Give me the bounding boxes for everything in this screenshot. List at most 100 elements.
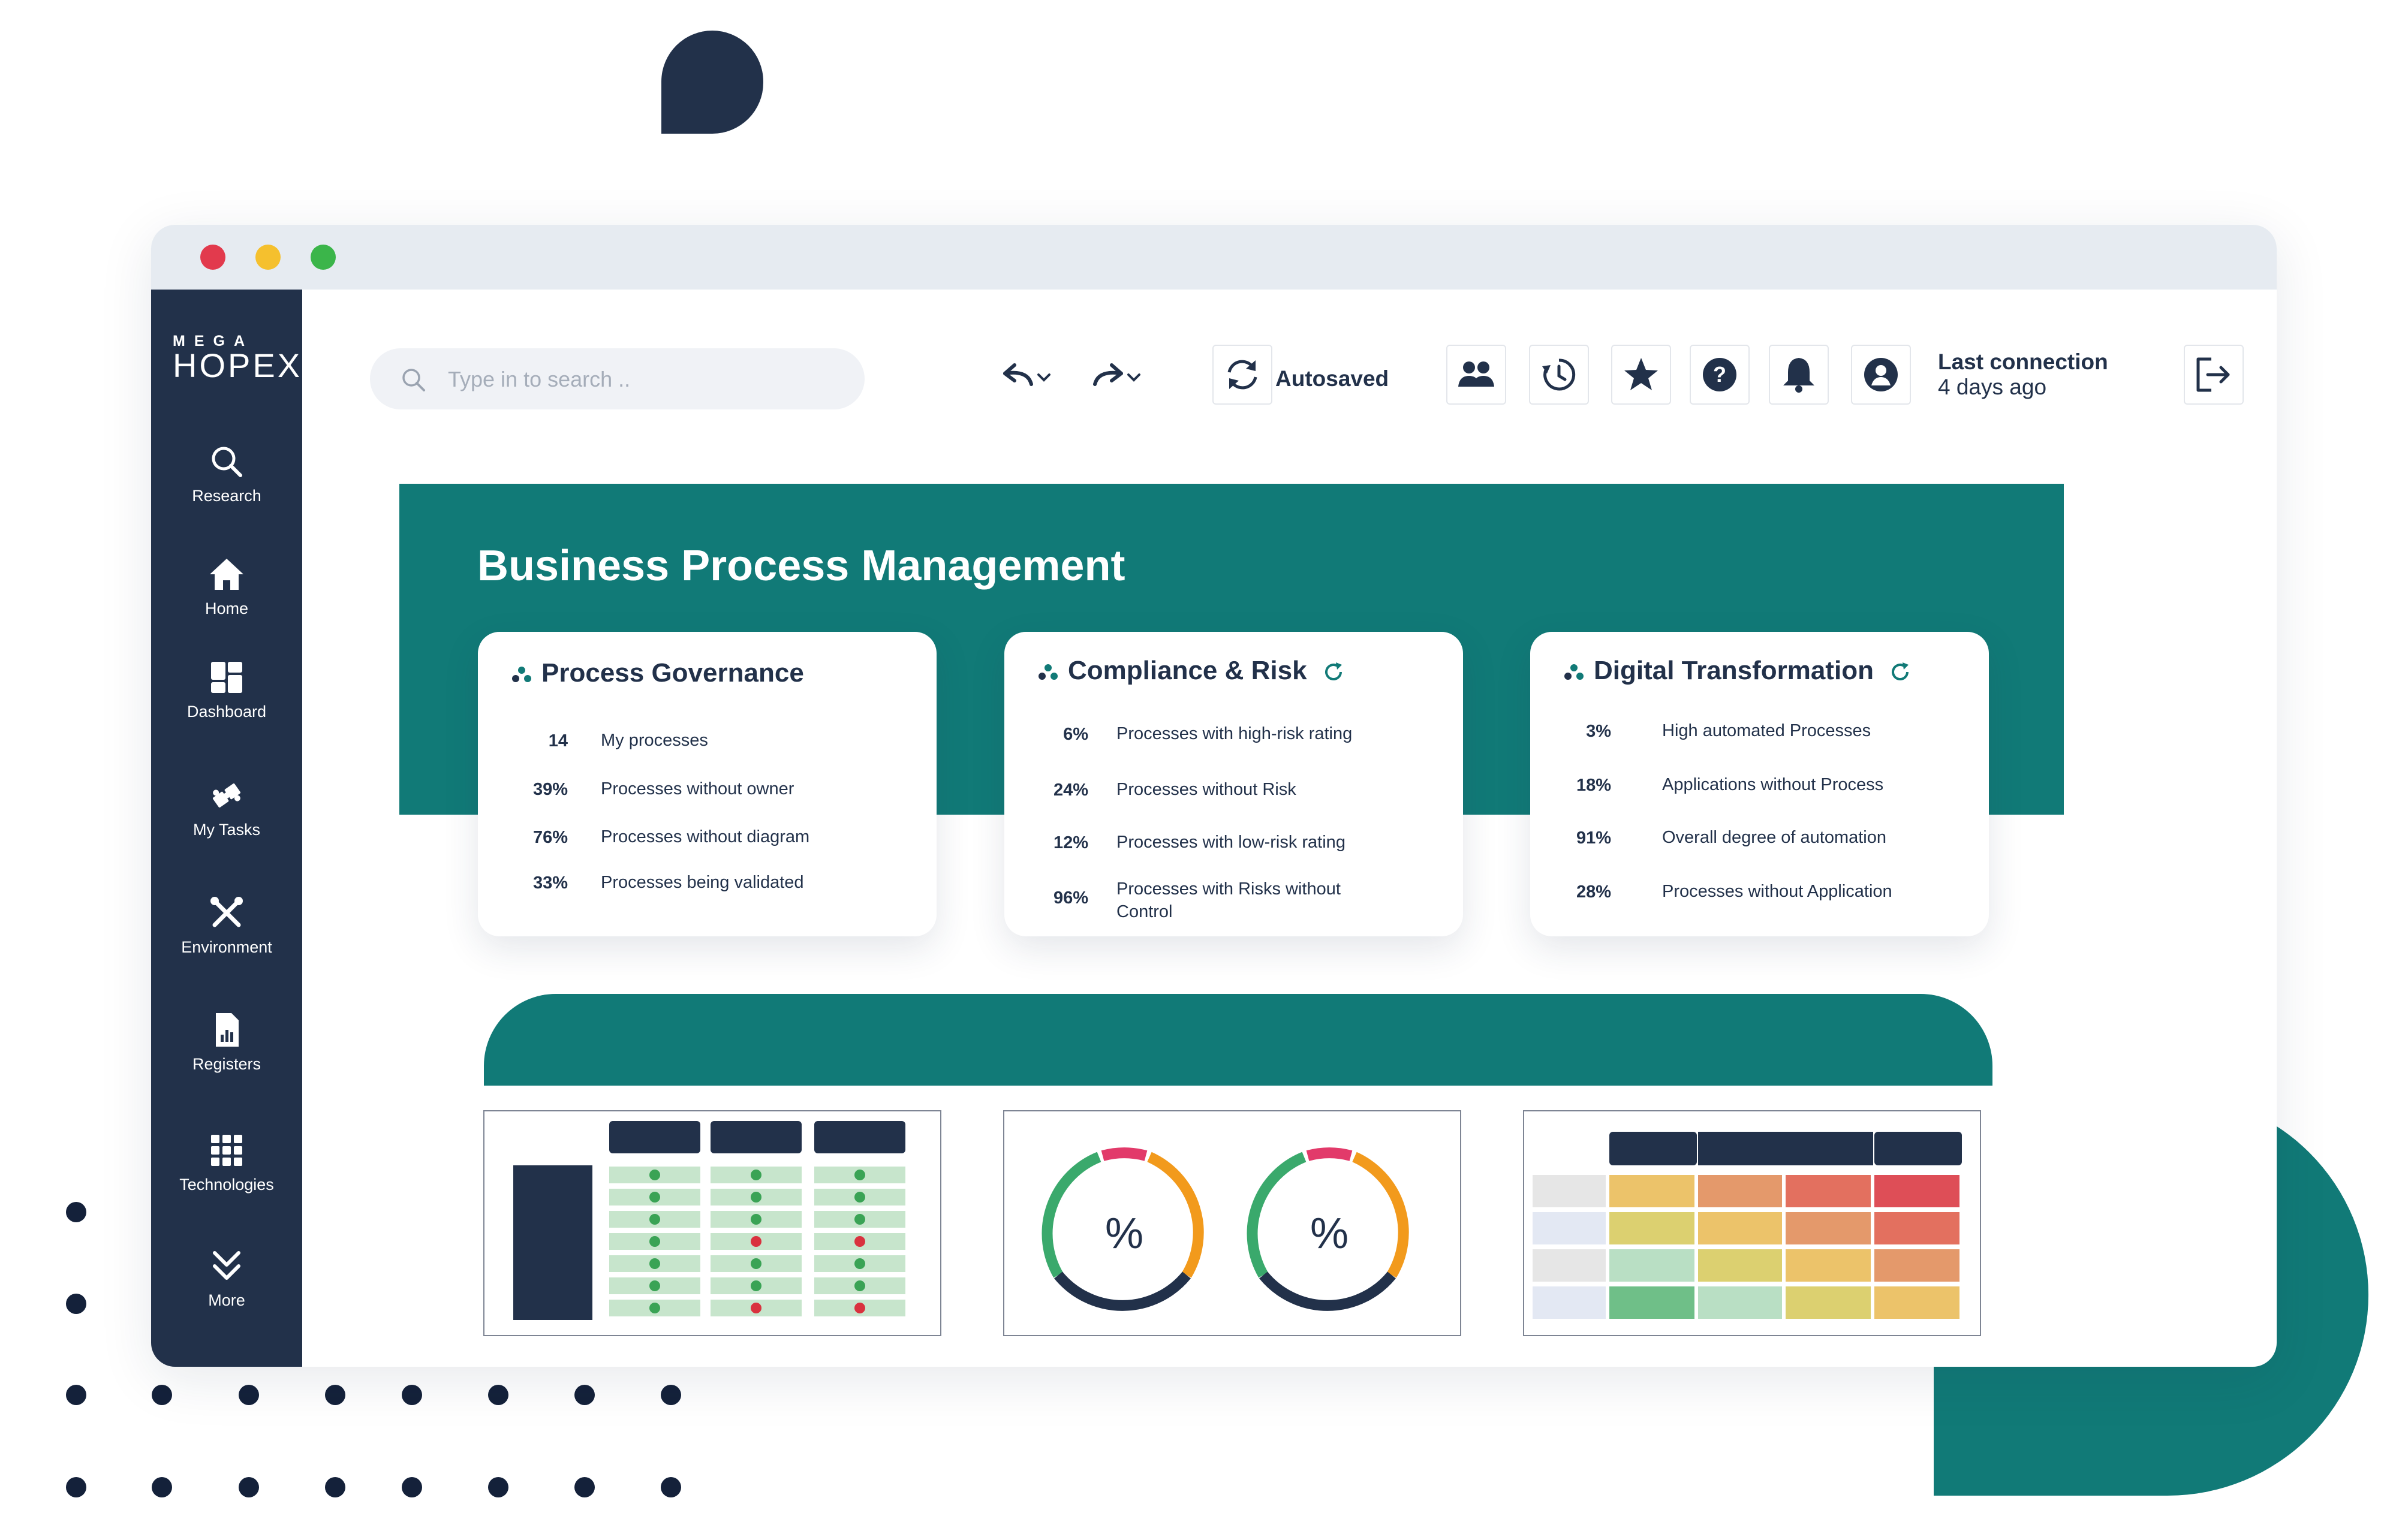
sidebar-item-label: Registers	[192, 1055, 261, 1073]
metric-label: Processes with Risks without Control	[1116, 879, 1341, 921]
chevron-double-down-icon	[213, 1251, 240, 1280]
redo-icon	[1093, 363, 1140, 386]
window-maximize-button[interactable]	[311, 245, 336, 270]
metric-value: 39%	[532, 780, 568, 799]
sidebar-item-label: More	[208, 1291, 245, 1309]
user-icon	[1864, 358, 1898, 391]
metric-value: 6%	[1063, 725, 1088, 744]
metric-value: 96%	[1053, 888, 1088, 908]
grid-icon	[211, 1135, 242, 1166]
favorites-button[interactable]	[1611, 345, 1671, 405]
widget-gauges[interactable]: % %	[1003, 1110, 1461, 1336]
bell-icon	[1783, 358, 1814, 393]
report-icon	[216, 1013, 239, 1047]
sidebar-item-dashboard[interactable]: Dashboard	[151, 658, 302, 721]
cluster-icon	[1039, 664, 1058, 680]
metric-value: 91%	[1576, 828, 1611, 848]
card-title: Compliance & Risk	[1068, 656, 1307, 685]
sidebar-item-home[interactable]: Home	[151, 555, 302, 618]
users-button[interactable]	[1446, 345, 1506, 405]
metric-value: 24%	[1053, 780, 1088, 800]
history-icon	[1542, 358, 1576, 391]
sidebar-item-environment[interactable]: Environment	[151, 894, 302, 957]
gauge-2-symbol: %	[1310, 1210, 1349, 1258]
users-icon	[1458, 361, 1494, 387]
notifications-button[interactable]	[1769, 345, 1829, 405]
card-title: Digital Transformation	[1594, 656, 1874, 685]
home-icon	[210, 559, 243, 590]
metric-value: 76%	[532, 828, 568, 847]
section-band	[484, 994, 1992, 1086]
logo-big-text: HOPEX	[173, 346, 303, 384]
sidebar-item-research[interactable]: Research	[151, 442, 302, 505]
search-input[interactable]	[447, 361, 839, 397]
metric-label: Processes without owner	[601, 779, 794, 798]
puzzle-icon	[213, 783, 240, 808]
last-connection-title: Last connection	[1938, 349, 2108, 374]
window-close-button[interactable]	[200, 245, 225, 270]
metric-value: 28%	[1576, 882, 1611, 902]
cluster-icon	[1564, 664, 1584, 680]
search-bar[interactable]	[370, 348, 865, 409]
sidebar-item-label: Environment	[181, 938, 272, 956]
sidebar-item-my-tasks[interactable]: My Tasks	[151, 776, 302, 839]
sidebar-item-label: Dashboard	[186, 703, 267, 721]
undo-button[interactable]	[997, 361, 1056, 391]
dashboard-icon	[211, 662, 242, 693]
help-icon: ?	[1703, 358, 1736, 391]
metric-label: High automated Processes	[1662, 721, 1871, 740]
gauge-2: %	[1247, 1147, 1409, 1311]
card-compliance-risk[interactable]: Compliance & Risk 6% Processes with high…	[1004, 632, 1463, 936]
history-button[interactable]	[1529, 345, 1589, 405]
heatmap-graphic	[1533, 1132, 1962, 1319]
sidebar-item-more[interactable]: More	[151, 1247, 302, 1310]
svg-text:?: ?	[1713, 362, 1726, 387]
help-button[interactable]: ?	[1690, 345, 1750, 405]
sidebar: MEGA HOPEX Research Home Dashboard My Ta…	[151, 290, 302, 1367]
refresh-icon[interactable]	[1889, 661, 1911, 683]
cluster-icon	[512, 667, 531, 683]
refresh-icon[interactable]	[1323, 661, 1344, 683]
card-digital-transformation[interactable]: Digital Transformation 3% High automated…	[1530, 632, 1989, 936]
undo-icon	[1003, 363, 1050, 386]
last-connection-value: 4 days ago	[1938, 375, 2047, 399]
search-icon	[402, 369, 425, 391]
gauge-1-symbol: %	[1105, 1210, 1143, 1258]
sidebar-item-label: My Tasks	[192, 821, 261, 839]
gauge-1: %	[1042, 1147, 1204, 1311]
profile-button[interactable]	[1851, 345, 1911, 405]
metric-label: Processes without Risk	[1116, 780, 1296, 799]
sidebar-item-technologies[interactable]: Technologies	[151, 1131, 302, 1194]
card-process-governance[interactable]: Process Governance 14 My processes 39% P…	[478, 632, 937, 936]
decorative-blob	[661, 31, 763, 134]
sidebar-item-registers[interactable]: Registers	[151, 1011, 302, 1074]
brand-logo: MEGA HOPEX	[173, 333, 303, 384]
logout-button[interactable]	[2184, 345, 2244, 405]
metric-label: Processes without Application	[1662, 882, 1892, 901]
widget-heatmap[interactable]	[1523, 1110, 1981, 1336]
autosaved-label: Autosaved	[1275, 366, 1389, 391]
metric-label: Processes without diagram	[601, 827, 810, 846]
card-header: Compliance & Risk	[1038, 656, 1344, 686]
metric-label: My processes	[601, 731, 708, 750]
sidebar-item-label: Technologies	[179, 1176, 274, 1194]
star-icon	[1624, 358, 1658, 390]
card-header: Digital Transformation	[1564, 656, 1911, 686]
metric-value: 14	[548, 731, 568, 751]
widget-check-table[interactable]	[483, 1110, 941, 1336]
search-icon	[212, 447, 242, 477]
card-title: Process Governance	[541, 658, 804, 688]
window-minimize-button[interactable]	[255, 245, 281, 270]
logout-icon	[2196, 357, 2230, 392]
metric-value: 12%	[1053, 833, 1088, 852]
app-window: MEGA HOPEX Research Home Dashboard My Ta…	[151, 225, 2277, 1367]
redo-button[interactable]	[1086, 361, 1146, 391]
sync-button[interactable]	[1212, 345, 1272, 405]
metric-label: Overall degree of automation	[1662, 828, 1886, 847]
sidebar-item-label: Research	[192, 487, 261, 505]
metric-label: Applications without Process	[1662, 775, 1884, 794]
sidebar-item-label: Home	[204, 599, 249, 617]
metric-value: 3%	[1586, 722, 1611, 741]
gauges-graphic: % %	[1042, 1147, 1409, 1311]
metric-label: Processes with low-risk rating	[1116, 833, 1346, 852]
